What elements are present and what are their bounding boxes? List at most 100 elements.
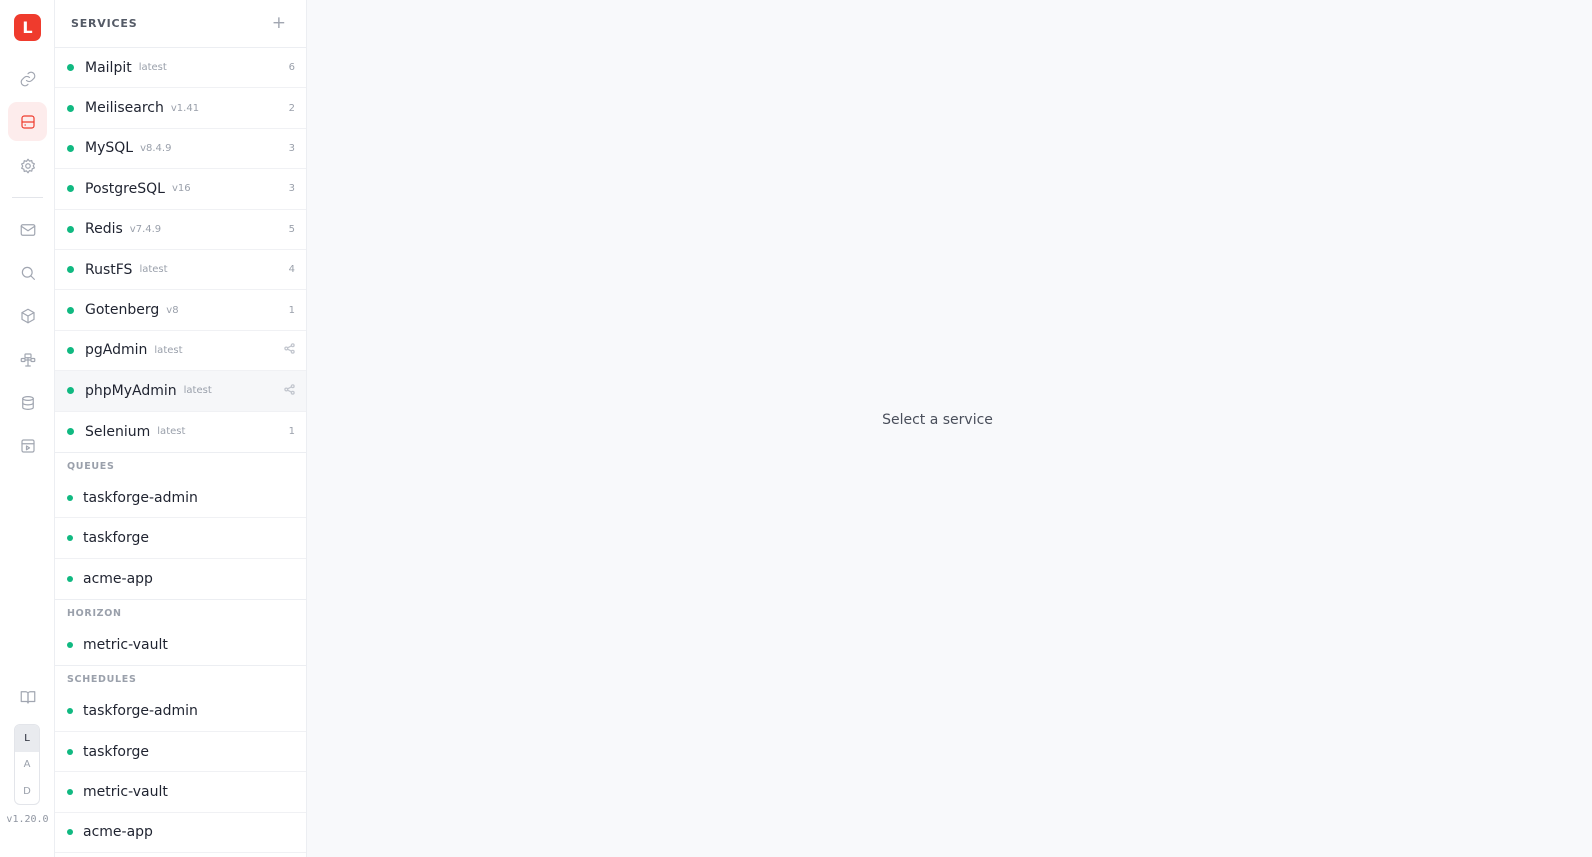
icon-rail: L L A D v1.20.0 [0, 0, 55, 857]
status-dot [67, 346, 74, 354]
status-dot [67, 104, 74, 112]
mail-icon[interactable] [8, 210, 47, 249]
status-dot [67, 185, 74, 193]
service-version: latest [157, 426, 186, 438]
schedule-name: taskforge [83, 743, 149, 760]
rail-divider [12, 197, 43, 198]
service-count: 6 [288, 62, 295, 74]
service-item-gotenberg[interactable]: Gotenberg v8 1 [55, 290, 306, 331]
status-dot [67, 788, 73, 795]
service-name: PostgreSQL [85, 180, 165, 197]
service-version: latest [183, 385, 212, 397]
service-name: phpMyAdmin [85, 382, 177, 399]
service-count: 2 [288, 102, 295, 114]
status-dot [67, 428, 74, 436]
status-dot [67, 575, 73, 582]
schedule-name: acme-app [83, 824, 153, 841]
service-item-redis[interactable]: Redis v7.4.9 5 [55, 210, 306, 250]
search-icon[interactable] [8, 253, 47, 292]
horizon-item-metric-vault[interactable]: metric-vault [55, 625, 306, 665]
service-count: 4 [288, 264, 295, 276]
queue-name: taskforge-admin [83, 489, 198, 506]
service-count: 5 [288, 223, 295, 235]
schedules-section-title: SCHEDULES [55, 665, 306, 691]
services-header: SERVICES + [55, 0, 306, 48]
service-item-mailpit[interactable]: Mailpit latest 6 [55, 48, 306, 89]
service-item-postgresql[interactable]: PostgreSQL v16 3 [55, 169, 306, 210]
database-icon[interactable] [8, 383, 47, 422]
schedule-name: metric-vault [83, 783, 168, 800]
service-item-rustfs[interactable]: RustFS latest 4 [55, 250, 306, 291]
service-version: v1.41 [170, 102, 200, 114]
service-version: v8 [166, 304, 179, 316]
workspace-l[interactable]: L [15, 725, 39, 752]
services-panel: SERVICES + Mailpit latest 6 Meilisearch … [55, 0, 307, 857]
service-count: 3 [288, 142, 295, 154]
link-icon[interactable] [8, 59, 47, 98]
queue-item-acme-app[interactable]: acme-app [55, 559, 306, 599]
status-dot [67, 829, 73, 836]
schedule-item-taskforge[interactable]: taskforge [55, 732, 306, 773]
service-name: Gotenberg [85, 302, 160, 319]
share-icon[interactable] [284, 343, 295, 357]
service-count: 3 [288, 183, 295, 195]
service-name: Redis [85, 221, 123, 238]
service-count: 1 [288, 426, 295, 438]
service-version: latest [154, 344, 183, 356]
docs-book-icon[interactable] [8, 677, 47, 716]
share-icon[interactable] [284, 384, 295, 398]
workspace-a[interactable]: A [15, 752, 39, 779]
service-name: Meilisearch [85, 100, 164, 117]
workspace-switcher: L A D [14, 724, 40, 805]
workspace-d[interactable]: D [15, 778, 39, 804]
queue-name: taskforge [83, 529, 149, 546]
status-dot [67, 387, 74, 395]
status-dot [67, 708, 73, 715]
horizon-name: metric-vault [83, 637, 168, 654]
service-version: v8.4.9 [140, 142, 172, 154]
schedule-item-acme-app[interactable]: acme-app [55, 813, 306, 854]
service-item-selenium[interactable]: Selenium latest 1 [55, 412, 306, 452]
schedule-item-metric-vault[interactable]: metric-vault [55, 772, 306, 813]
play-window-icon[interactable] [8, 426, 47, 465]
status-dot [67, 225, 74, 233]
app-version: v1.20.0 [6, 814, 49, 825]
status-dot [67, 64, 74, 72]
status-dot [67, 534, 73, 541]
package-cube-icon[interactable] [8, 296, 47, 335]
status-dot [67, 306, 74, 314]
app-window: L L A D v1.20.0 SERVICES + Mailpit lates… [0, 0, 1592, 857]
status-dot [67, 494, 73, 501]
status-dot [67, 748, 73, 755]
schedule-name: taskforge-admin [83, 703, 198, 720]
service-item-pgadmin[interactable]: pgAdmin latest [55, 331, 306, 372]
status-dot [67, 144, 74, 152]
service-name: RustFS [85, 261, 133, 278]
services-icon[interactable] [8, 102, 47, 141]
status-dot [67, 266, 74, 274]
settings-gear-icon[interactable] [8, 146, 47, 185]
service-item-phpmyadmin[interactable]: phpMyAdmin latest [55, 371, 306, 412]
service-name: MySQL [85, 140, 134, 157]
queue-item-taskforge-admin[interactable]: taskforge-admin [55, 478, 306, 519]
service-version: v7.4.9 [129, 223, 162, 235]
queue-item-taskforge[interactable]: taskforge [55, 518, 306, 559]
empty-state-text: Select a service [882, 412, 993, 428]
schedule-item-taskforge-admin[interactable]: taskforge-admin [55, 691, 306, 732]
service-name: Mailpit [85, 59, 132, 76]
service-count: 1 [288, 304, 295, 316]
service-version: latest [139, 264, 168, 276]
service-item-mysql[interactable]: MySQL v8.4.9 3 [55, 129, 306, 170]
add-service-plus-icon[interactable]: + [272, 15, 286, 32]
app-logo[interactable]: L [14, 14, 41, 41]
horizon-section-title: HORIZON [55, 599, 306, 625]
service-item-meilisearch[interactable]: Meilisearch v1.41 2 [55, 88, 306, 129]
network-nodes-icon[interactable] [8, 340, 47, 379]
service-version: latest [138, 62, 167, 74]
queue-name: acme-app [83, 570, 153, 587]
services-title: SERVICES [71, 17, 138, 30]
service-version: v16 [171, 183, 191, 195]
status-dot [67, 642, 73, 649]
service-name: pgAdmin [85, 342, 148, 359]
service-name: Selenium [85, 423, 151, 440]
